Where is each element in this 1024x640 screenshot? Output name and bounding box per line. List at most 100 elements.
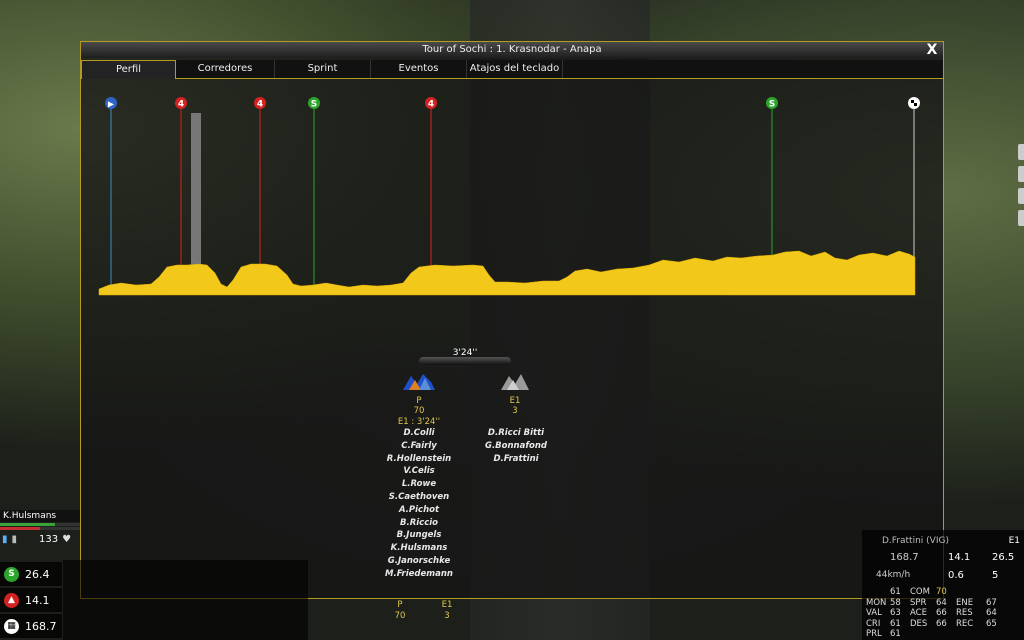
- rider-name[interactable]: R.Hollenstein: [369, 453, 469, 466]
- peloton-rider-list: D.Colli C.Fairly R.Hollenstein V.Celis L…: [369, 427, 469, 581]
- mini-peloton-tag: P: [397, 600, 403, 610]
- stat-label: DES: [910, 618, 928, 629]
- race-info-dialog: Tour of Sochi : 1. Krasnodar - Anapa X P…: [80, 41, 944, 599]
- stat-value: 64: [986, 608, 997, 618]
- race-groups-panel: 3'24'' P 70 E1 : 3'24'' D.Colli C.Fairly…: [81, 332, 943, 592]
- svg-text:▶: ▶: [108, 100, 115, 109]
- close-button[interactable]: X: [923, 42, 941, 58]
- elevation-profile: [98, 250, 916, 296]
- stat-cell: [956, 629, 986, 640]
- rider-name[interactable]: L.Rowe: [369, 478, 469, 491]
- rider-name[interactable]: G.Janorschke: [369, 555, 469, 568]
- rider-name[interactable]: D.Colli: [369, 427, 469, 440]
- rider-name[interactable]: C.Fairly: [369, 440, 469, 453]
- tab-perfil[interactable]: Perfil: [81, 60, 176, 79]
- heart-rate: 133: [39, 533, 59, 545]
- hud-sprint-row: S 26.4: [0, 562, 62, 586]
- stat-value: 61: [890, 618, 901, 629]
- stat-value: 67: [986, 597, 997, 608]
- peloton-tag: P: [416, 396, 422, 406]
- card-sprint: 26.5: [992, 552, 1015, 563]
- stat-label: [866, 587, 890, 598]
- group-gap-bar: [419, 357, 511, 365]
- rider-energy-bars: [0, 523, 80, 530]
- escape-tag: E1: [509, 396, 521, 406]
- hud-climb-value: 14.1: [25, 593, 50, 607]
- mini-escape-count: 3: [444, 611, 450, 621]
- rider-name[interactable]: K.Hulsmans: [369, 542, 469, 555]
- checkered-flag-icon: ▦: [4, 618, 19, 634]
- dialog-titlebar: Tour of Sochi : 1. Krasnodar - Anapa X: [81, 42, 943, 58]
- rider-name[interactable]: A.Pichot: [369, 504, 469, 517]
- marker-climb-3: 4: [425, 97, 437, 110]
- rider-name[interactable]: D.Frattini: [466, 453, 566, 466]
- gel-icon[interactable]: ▮: [12, 534, 18, 545]
- rider-name[interactable]: D.Ricci Bitti: [466, 427, 566, 440]
- hud-sprint-value: 26.4: [25, 567, 50, 581]
- stat-label: ENE: [956, 597, 974, 608]
- stat-value: [986, 587, 1006, 598]
- stat-value: 70: [936, 587, 947, 597]
- tab-sprint[interactable]: Sprint: [275, 60, 371, 78]
- stat-cell: [986, 629, 1006, 640]
- escape-rider-list: D.Ricci Bitti G.Bonnafond D.Frattini: [466, 427, 566, 465]
- mini-profile-strip[interactable]: [63, 560, 308, 640]
- marker-climb-2: 4: [254, 97, 266, 110]
- heart-icon: ♥: [62, 533, 72, 545]
- card-gap: 0.6: [948, 570, 964, 581]
- stage-profile-chart: ▶ 4 4 S 4 S: [98, 97, 920, 296]
- dialog-title: Tour of Sochi : 1. Krasnodar - Anapa: [422, 44, 602, 55]
- bottle-icon[interactable]: ▮: [2, 534, 8, 545]
- stat-label: CRI: [866, 618, 881, 629]
- marker-start: ▶: [105, 97, 117, 109]
- stat-label: PRL: [866, 629, 882, 639]
- tab-atajos[interactable]: Atajos del teclado: [467, 60, 563, 78]
- stat-value: 61: [890, 629, 901, 639]
- stat-label: REC: [956, 618, 974, 629]
- marker-sprint-2: S: [766, 97, 778, 110]
- peloton-gap: E1 : 3'24'': [397, 417, 441, 427]
- stat-value: 66: [936, 608, 947, 618]
- hud-finish-value: 168.7: [25, 619, 57, 633]
- stat-label: VAL: [866, 608, 882, 618]
- tab-eventos[interactable]: Eventos: [371, 60, 467, 78]
- peloton-count: 70: [413, 406, 425, 416]
- svg-text:4: 4: [257, 100, 263, 110]
- side-tool-button[interactable]: [1018, 210, 1024, 226]
- peloton-icon[interactable]: [401, 370, 437, 392]
- card-rider-name[interactable]: D.Frattini (VIG): [882, 536, 949, 546]
- selected-rider-name[interactable]: K.Hulsmans: [0, 510, 80, 522]
- stat-value: 66: [936, 618, 947, 629]
- rider-name[interactable]: B.Jungels: [369, 529, 469, 542]
- rider-stats-grid: 61 COM 70 MON 58 SPR 64 ENE 67 VAL 63 ACE 66 RES 64 …: [866, 587, 1006, 640]
- side-tool-button[interactable]: [1018, 166, 1024, 182]
- mini-peloton-count: 70: [394, 611, 406, 621]
- card-distance: 168.7: [890, 552, 919, 563]
- card-speed: 44km/h: [876, 570, 911, 580]
- rider-name[interactable]: M.Friedemann: [369, 568, 469, 581]
- rider-name[interactable]: V.Celis: [369, 465, 469, 478]
- hud-climb-row: ▲ 14.1: [0, 588, 62, 612]
- stat-label: ACE: [910, 608, 927, 618]
- hud-heart-row: ▮ ▮ 133 ♥: [2, 532, 78, 546]
- stat-value: 63: [890, 608, 901, 618]
- side-tool-button[interactable]: [1018, 188, 1024, 204]
- escape-group-icon[interactable]: [497, 370, 533, 392]
- escape-count: 3: [512, 406, 518, 416]
- mountain-icon: ▲: [4, 592, 19, 608]
- side-tool-button[interactable]: [1018, 144, 1024, 160]
- stat-label: SPR: [910, 597, 927, 608]
- rider-name[interactable]: G.Bonnafond: [466, 440, 566, 453]
- stat-cell: [936, 629, 956, 640]
- stat-value: 58: [890, 597, 901, 608]
- stat-value: 65: [986, 618, 997, 629]
- marker-sprint-1: S: [308, 97, 320, 110]
- tab-corredores[interactable]: Corredores: [176, 60, 275, 78]
- mini-escape-tag: E1: [441, 600, 453, 610]
- side-toolbar: [1018, 144, 1024, 232]
- rider-info-card: D.Frattini (VIG) E1 168.7 14.1 26.5 44km…: [862, 530, 1024, 640]
- hud-finish-row: ▦ 168.7: [0, 614, 62, 638]
- rider-name[interactable]: S.Caethoven: [369, 491, 469, 504]
- card-group: E1: [1008, 536, 1020, 546]
- rider-name[interactable]: B.Riccio: [369, 517, 469, 530]
